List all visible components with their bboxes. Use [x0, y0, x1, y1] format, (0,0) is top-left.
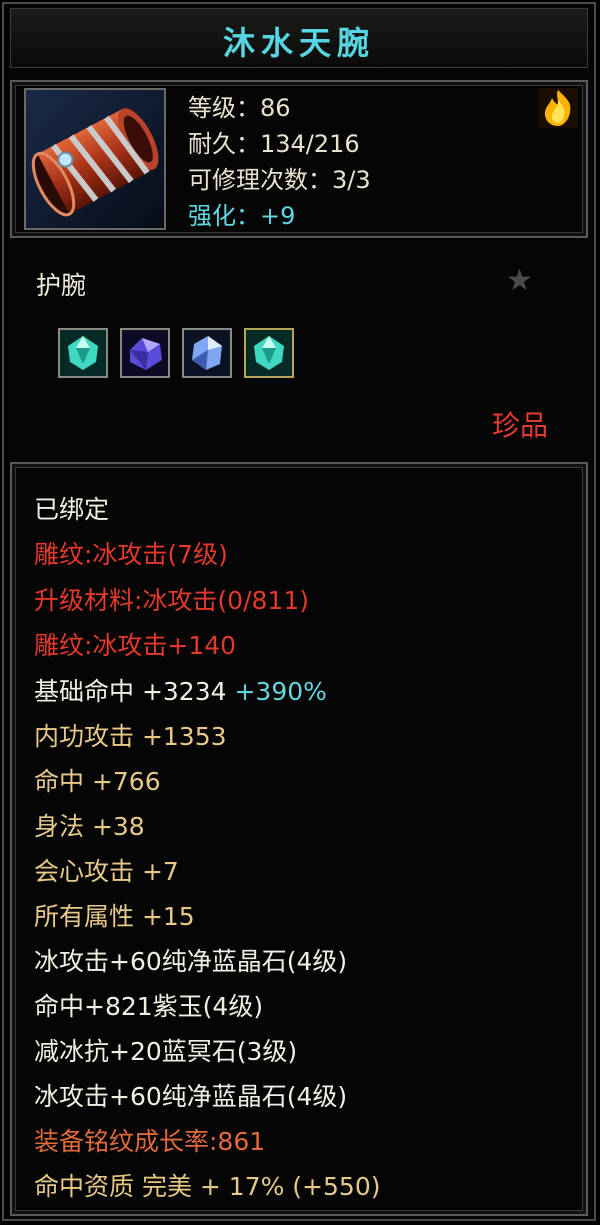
star-icon[interactable]: ★ [506, 266, 533, 296]
title-bar: 沐水天腕 [10, 8, 588, 68]
item-repair-count: 可修理次数：3/3 [188, 166, 371, 194]
cyan-gem-icon [60, 330, 106, 376]
gem-slot-2[interactable] [120, 328, 170, 378]
item-type: 护腕 [36, 271, 87, 300]
fire-badge-icon [536, 86, 580, 130]
gem-bonus-1: 冰攻击+60纯净蓝晶石(4级) [34, 947, 348, 976]
base-hit-percent: +390% [234, 677, 327, 706]
hit-stat: 命中 +766 [34, 767, 161, 796]
agility-stat: 身法 +38 [34, 812, 145, 841]
gem-bonus-4: 冰攻击+60纯净蓝晶石(4级) [34, 1082, 348, 1111]
growth-rate: 装备铭纹成长率:861 [34, 1127, 266, 1156]
bound-status: 已绑定 [34, 495, 110, 524]
hit-quality: 命中资质 完美 + 17% (+550) [34, 1172, 381, 1201]
upgrade-material: 升级材料:冰攻击(0/811) [34, 586, 309, 615]
item-name: 沐水天腕 [222, 24, 375, 62]
engrave-bonus: 雕纹:冰攻击+140 [34, 631, 237, 660]
cyan-gem-icon [246, 330, 292, 376]
base-hit: 基础命中 +3234 +390% [34, 676, 327, 708]
engrave-level: 雕纹:冰攻击(7级) [34, 540, 228, 569]
gem-bonus-3: 减冰抗+20蓝冥石(3级) [34, 1037, 298, 1066]
crit-attack-stat: 会心攻击 +7 [34, 857, 179, 886]
base-hit-label: 基础命中 +3234 [34, 677, 235, 706]
item-durability: 耐久：134/216 [188, 130, 360, 158]
gem-slot-4[interactable] [244, 328, 294, 378]
item-level: 等级：86 [188, 94, 291, 122]
gem-slot-1[interactable] [58, 328, 108, 378]
item-enhance: 强化：+9 [188, 202, 296, 230]
bracer-icon[interactable] [24, 88, 166, 230]
item-rarity: 珍品 [492, 409, 549, 442]
all-attributes-stat: 所有属性 +15 [34, 902, 195, 931]
internal-attack: 内功攻击 +1353 [34, 722, 227, 751]
gem-slot-3[interactable] [182, 328, 232, 378]
blue-gem-icon [184, 330, 230, 376]
purple-gem-icon [122, 330, 168, 376]
gem-bonus-2: 命中+821紫玉(4级) [34, 992, 264, 1021]
